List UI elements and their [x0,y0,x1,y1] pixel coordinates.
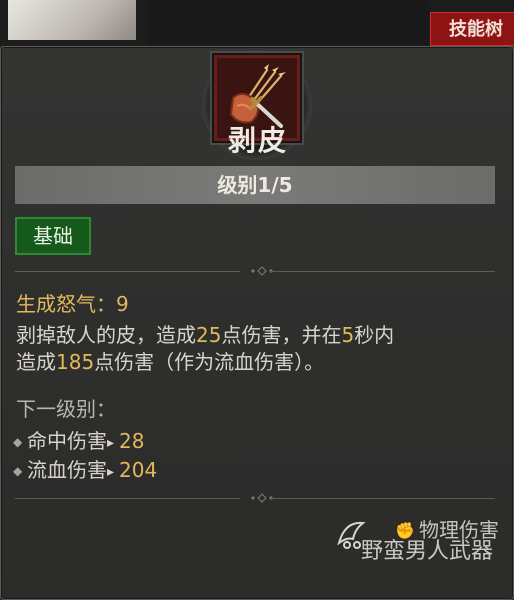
upgrade-value: 204 [119,458,158,482]
bottom-divider [15,493,495,503]
desc-part3: 秒内 [354,323,395,347]
skill-tree-button[interactable]: 技能树 [430,12,514,46]
upgrade-row: ◆ 流血伤害▸ 204 [13,457,157,486]
watermark-text: 野蛮男人武器 [361,539,494,564]
desc-part2: 点伤害，并在 [221,323,342,347]
bullet-icon: ◆ [13,435,23,449]
desc-part4: 造成 [16,350,56,374]
upgrade-label: 流血伤害 [27,458,107,482]
desc-part1: 剥掉敌人的皮，造成 [16,323,196,347]
desc-value2: 5 [341,323,355,347]
skill-name: 剥皮 [227,124,288,157]
next-level-label: 下一级别： [16,397,116,421]
upgrade-row: ◆ 命中伤害▸ 28 [13,428,144,457]
resource-label: 生成怒气： [16,292,116,316]
desc-value1: 25 [196,323,222,347]
skill-level-bar: 级别1/5 [15,166,495,204]
skill-description: 剥掉敌人的皮，造成25点伤害，并在5秒内 造成185点伤害（作为流血伤害）。 [16,322,506,376]
background-top-strip: 技能树 [0,0,514,46]
resource-value: 9 [116,292,129,316]
desc-part5: 点伤害（作为流血伤害）。 [94,350,325,374]
arrow-right-icon: ▸ [107,435,115,451]
arrow-right-icon: ▸ [107,464,115,480]
bullet-icon: ◆ [13,464,23,478]
upgrade-label: 命中伤害 [27,429,107,453]
skill-tooltip: 剥皮 级别1/5 基础 生成怒气：9 剥掉敌人的皮，造成25点伤害，并在5秒内 … [0,46,514,600]
resource-line: 生成怒气：9 [16,291,129,318]
upgrade-value: 28 [119,429,145,453]
background-thumbnail [8,0,136,40]
background-panel [148,0,428,44]
top-divider [15,266,495,276]
skill-category-tag: 基础 [15,217,91,255]
desc-value3: 185 [56,350,95,374]
